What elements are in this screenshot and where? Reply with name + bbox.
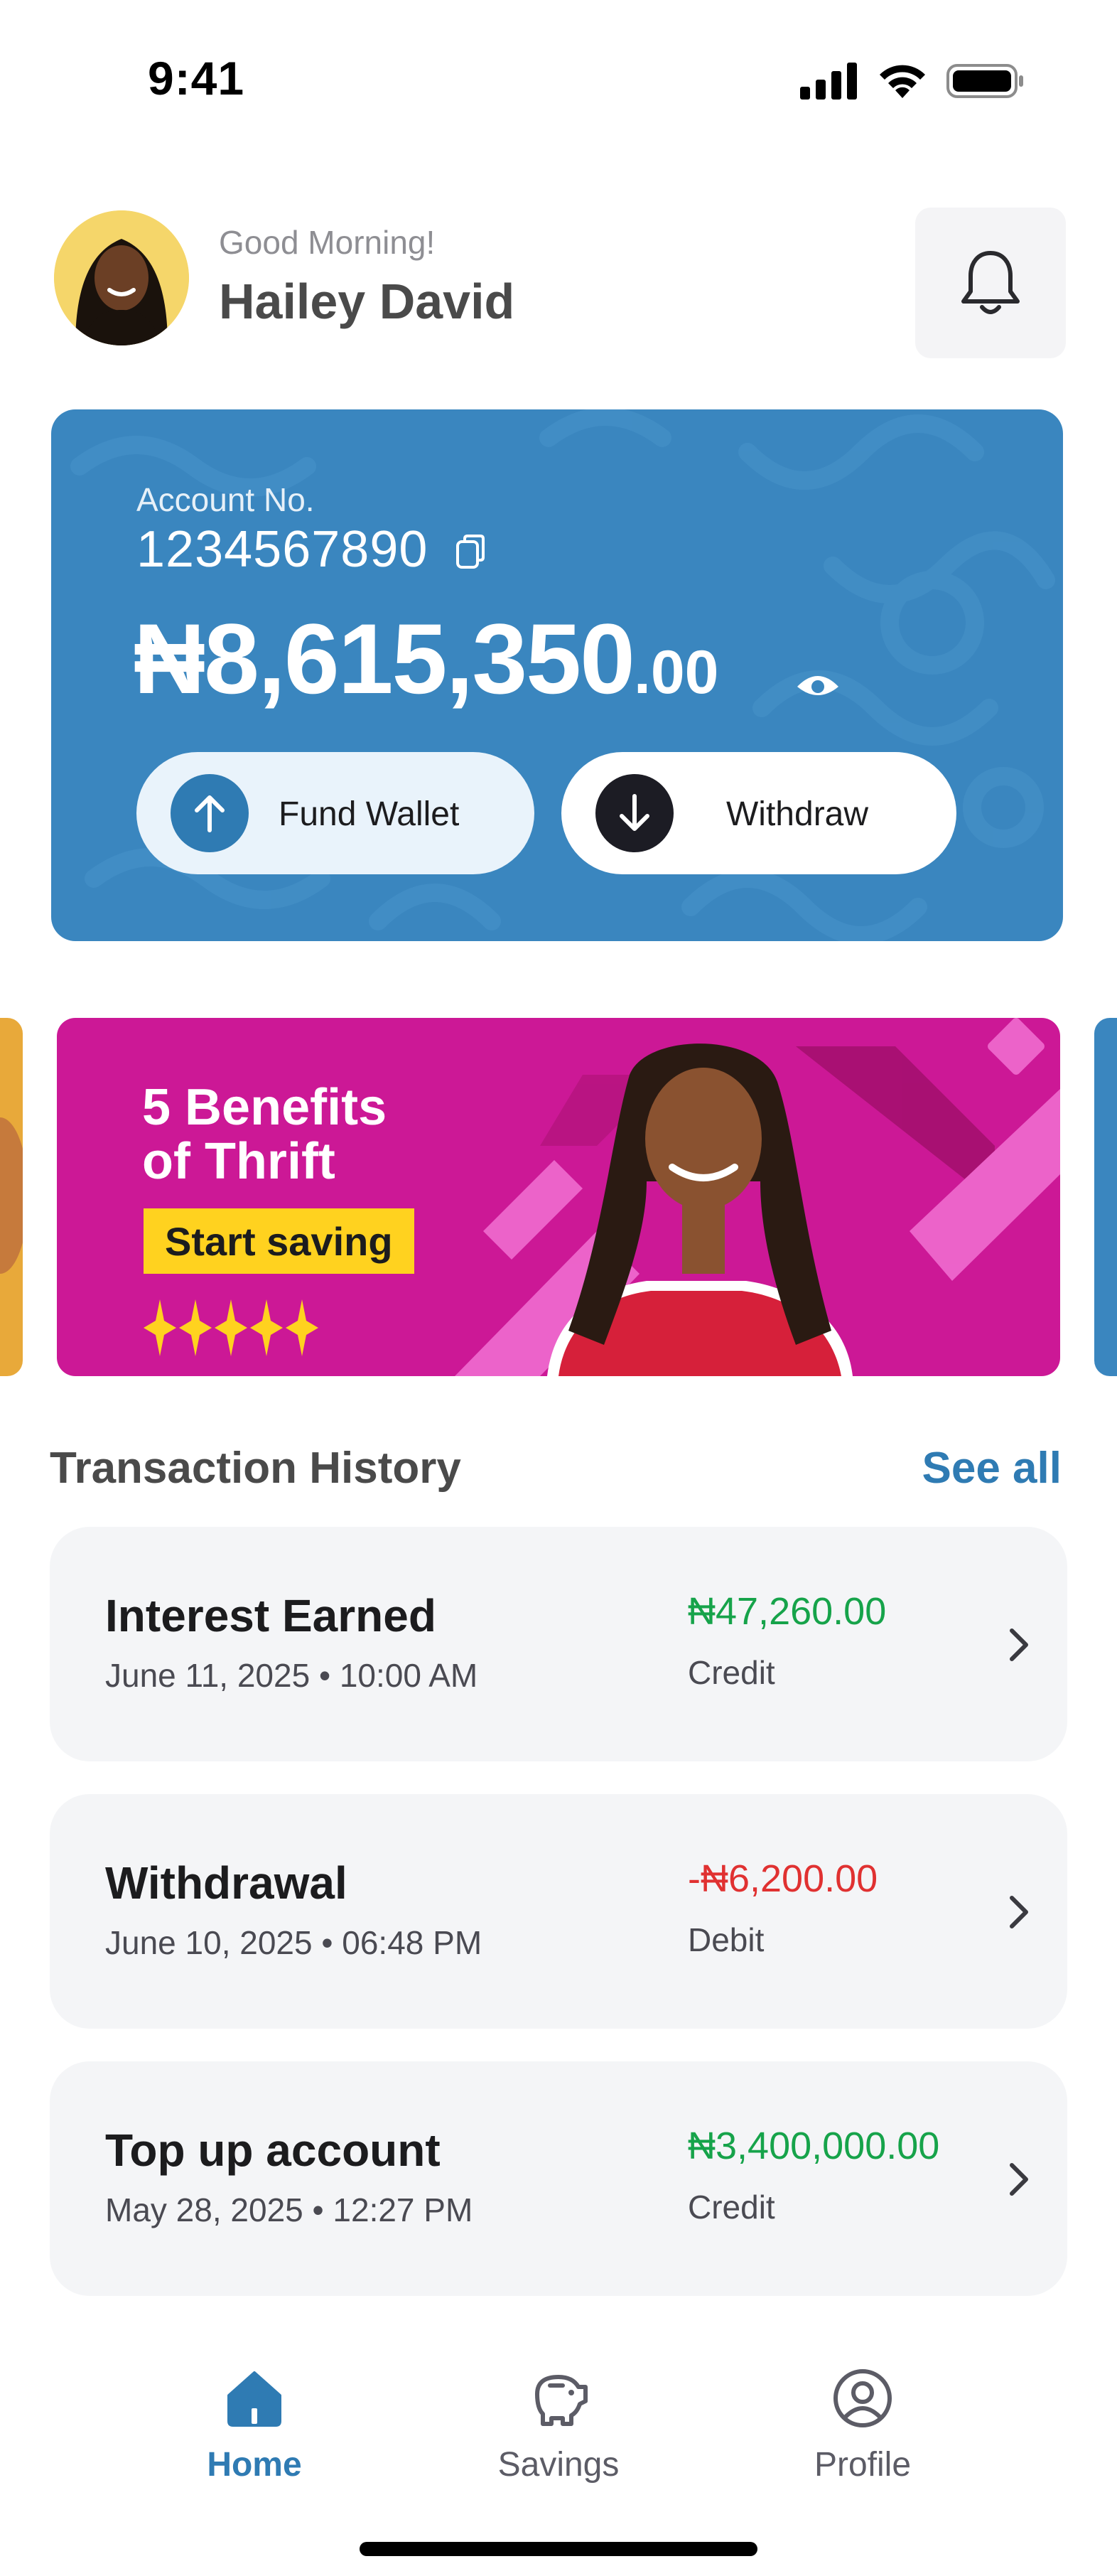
greeting-text: Good Morning! [219,224,436,261]
bottom-nav: Home Savings Profile [0,2339,1117,2576]
arrow-up-icon [171,774,249,852]
account-card: Account No. 1234567890 ₦8,615,350.00 Fun… [51,409,1063,941]
banner-title: 5 Benefits of Thrift [142,1080,387,1188]
header: Good Morning! Hailey David [51,208,1066,358]
balance: ₦8,615,350.00 [134,601,719,717]
banner-previous-peek[interactable] [0,1018,23,1376]
transaction-type: Credit [688,1654,775,1691]
status-icons [800,63,1025,100]
fund-wallet-label: Fund Wallet [279,795,460,833]
transaction-title: Interest Earned [105,1590,436,1641]
transaction-type: Credit [688,2189,775,2226]
signal-icon [800,63,857,100]
notifications-button[interactable] [915,208,1066,358]
transaction-item[interactable]: Withdrawal June 10, 2025 • 06:48 PM -₦6,… [50,1794,1067,2029]
transaction-date: June 10, 2025 • 06:48 PM [105,1924,482,1961]
transaction-date: June 11, 2025 • 10:00 AM [105,1657,478,1694]
home-indicator [360,2542,757,2556]
balance-decimal: .00 [633,638,719,707]
user-icon [833,2369,892,2427]
nav-profile[interactable]: Profile [756,2367,969,2484]
arrow-down-icon [595,774,674,852]
transaction-title: Withdrawal [105,1857,347,1909]
user-name: Hailey David [219,274,515,329]
status-time: 9:41 [148,52,245,104]
stars-icon [144,1299,318,1356]
fund-wallet-button[interactable]: Fund Wallet [136,752,534,874]
nav-profile-label: Profile [814,2446,912,2484]
promo-banner[interactable]: 5 Benefits of Thrift Start saving [57,1018,1060,1376]
nav-savings-label: Savings [497,2446,620,2484]
start-saving-button[interactable]: Start saving [144,1208,414,1274]
transaction-title: Top up account [105,2125,441,2176]
transaction-history-title: Transaction History [50,1444,461,1493]
transaction-type: Debit [688,1921,765,1958]
see-all-link[interactable]: See all [922,1443,1062,1493]
chevron-right-icon [1010,2163,1028,2196]
nav-home[interactable]: Home [148,2367,361,2484]
chevron-right-icon [1010,1628,1028,1661]
nav-home-label: Home [207,2446,302,2484]
battery-icon [946,64,1023,98]
chevron-right-icon [1010,1896,1028,1928]
banner-next-peek[interactable] [1094,1018,1117,1376]
transaction-amount: ₦3,400,000.00 [688,2125,940,2167]
home-icon [227,2371,281,2427]
wifi-icon [880,65,925,98]
banner-title-line-2: of Thrift [142,1133,335,1190]
transaction-amount: ₦47,260.00 [688,1590,887,1633]
transaction-item[interactable]: Interest Earned June 11, 2025 • 10:00 AM… [50,1527,1067,1761]
avatar[interactable] [54,210,189,345]
eye-icon[interactable] [793,668,843,702]
account-number-label: Account No. [136,481,315,518]
transaction-date: May 28, 2025 • 12:27 PM [105,2191,473,2228]
copy-icon[interactable] [455,533,486,570]
transaction-amount: -₦6,200.00 [688,1857,878,1900]
withdraw-button[interactable]: Withdraw [561,752,956,874]
withdraw-label: Withdraw [726,795,869,833]
balance-amount: ₦8,615,350 [134,603,635,714]
piggy-bank-icon [535,2375,588,2426]
banner-title-line-1: 5 Benefits [142,1079,387,1136]
bell-icon [961,251,1020,314]
nav-savings[interactable]: Savings [452,2367,665,2484]
status-bar: 9:41 [0,0,1117,163]
account-number: 1234567890 [136,521,428,578]
transaction-item[interactable]: Top up account May 28, 2025 • 12:27 PM ₦… [50,2061,1067,2296]
